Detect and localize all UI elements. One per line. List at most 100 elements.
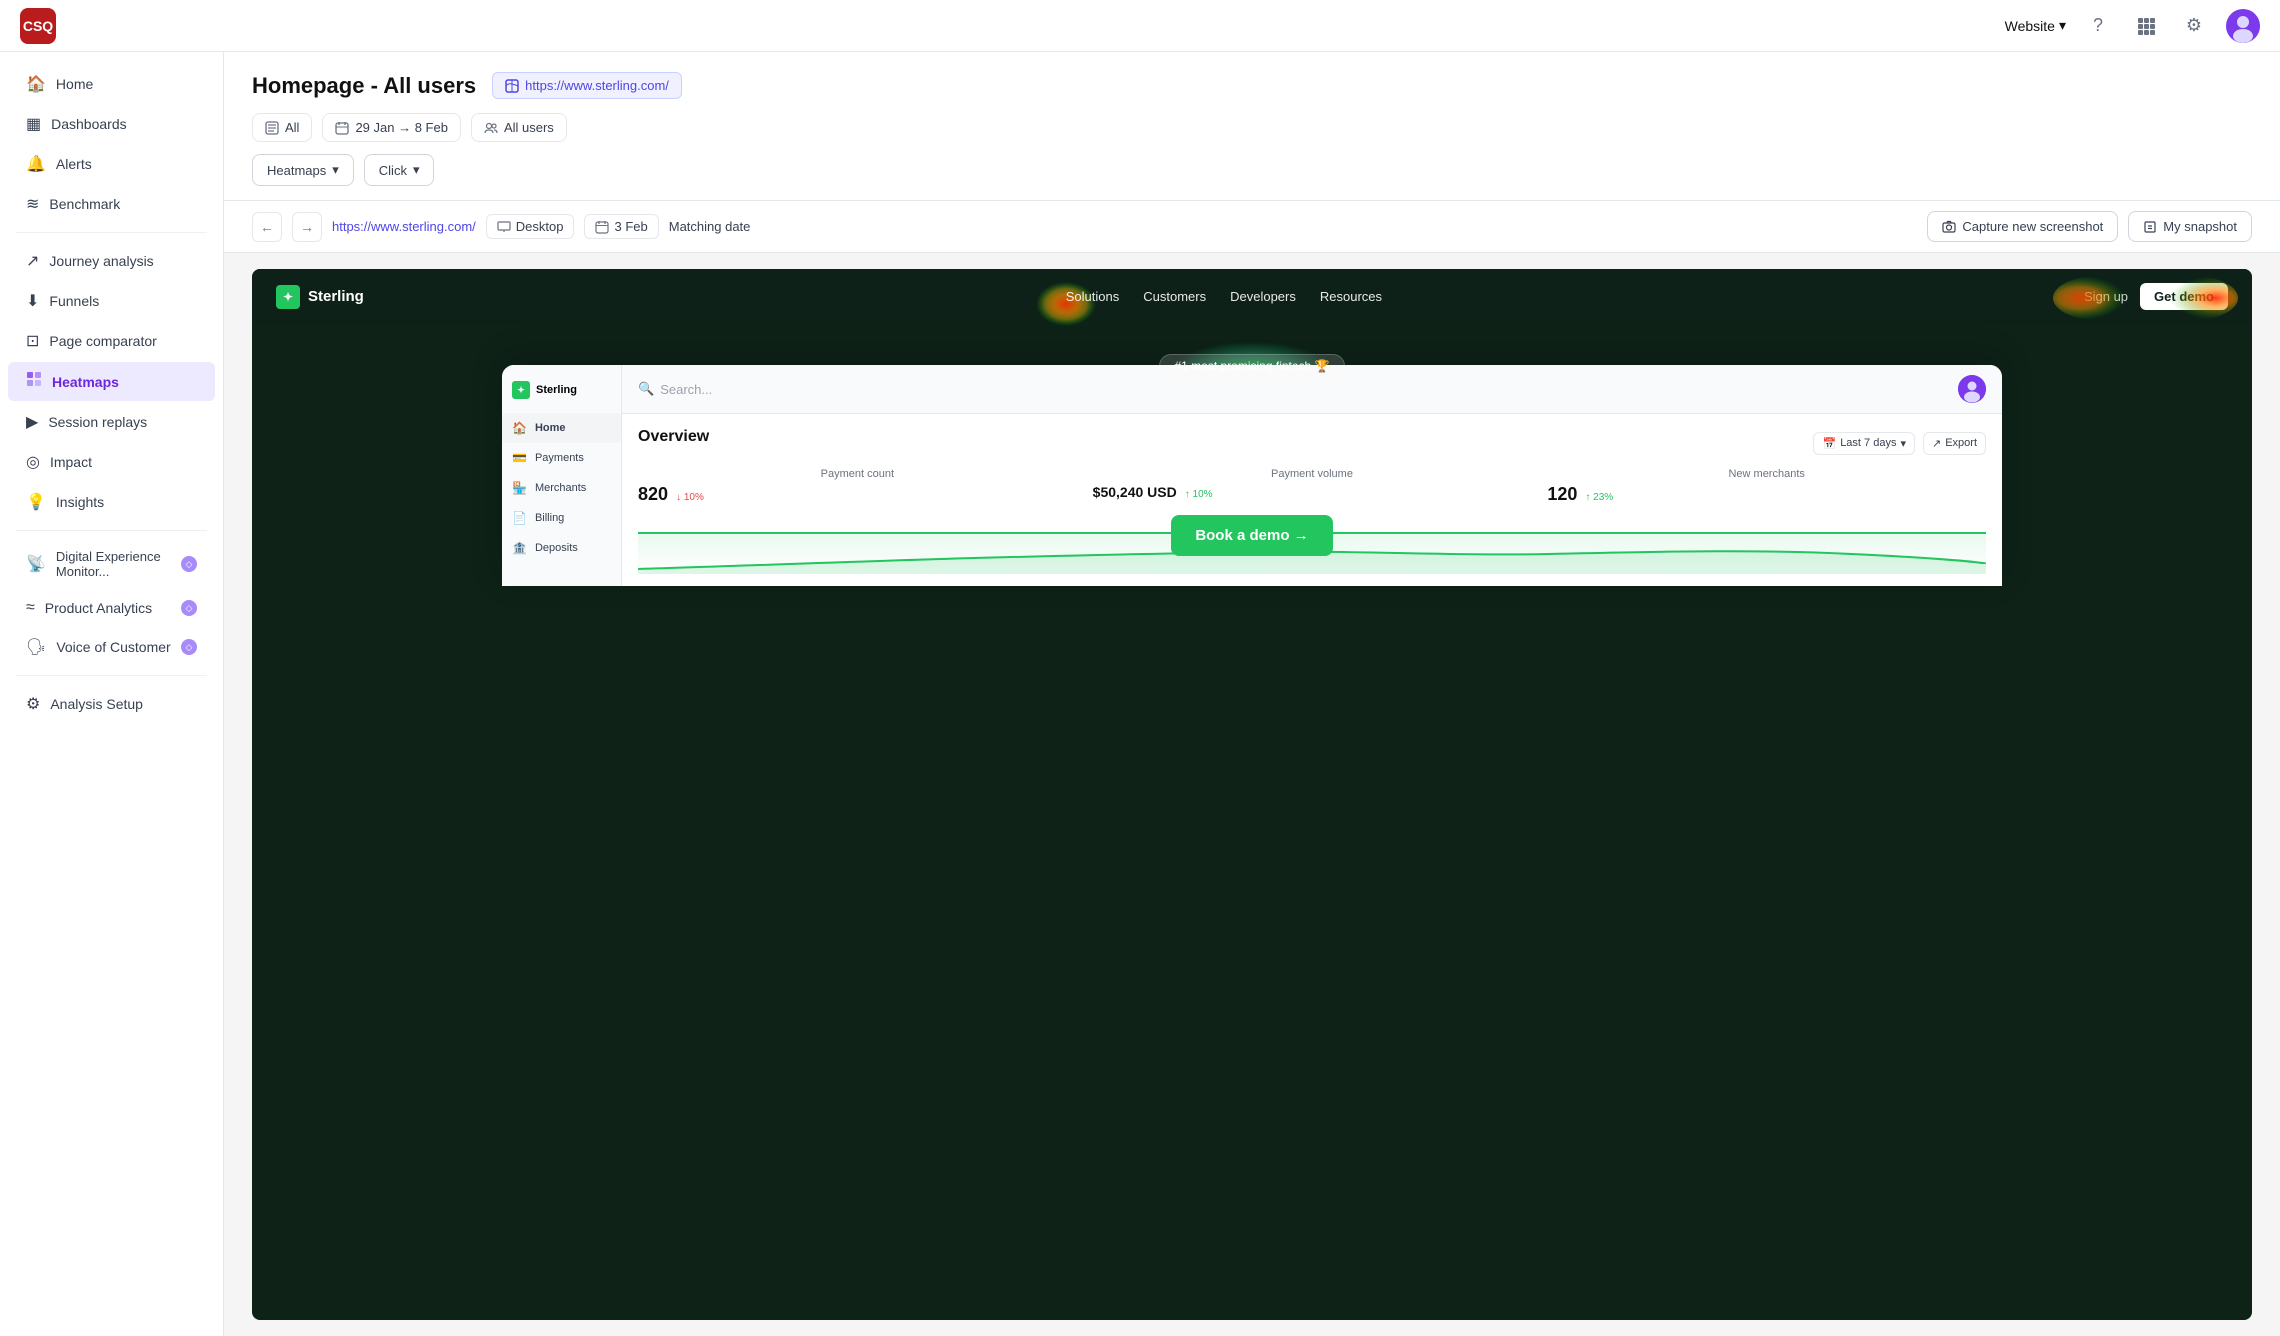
topbar: CSQ Website ▾ ? ⚙ [0,0,2280,52]
sidebar-item-analysis-setup[interactable]: ⚙ Analysis Setup [8,685,215,723]
replays-icon: ▶ [26,412,38,432]
sidebar-item-funnels[interactable]: ⬇ Funnels [8,282,215,320]
calendar-icon-2 [595,220,609,234]
capture-screenshot-button[interactable]: Capture new screenshot [1927,211,2118,242]
page-url-badge[interactable]: https://www.sterling.com/ [492,72,682,99]
topbar-right: Website ▾ ? ⚙ [2005,9,2260,43]
calendar-icon [335,121,349,135]
setup-icon: ⚙ [26,694,40,714]
website-selector[interactable]: Website ▾ [2005,17,2066,34]
sidebar-item-alerts[interactable]: 🔔 Alerts [8,145,215,183]
filters-row: All 29 Jan → 8 Feb All users [252,113,2252,142]
date-range-filter[interactable]: 29 Jan → 8 Feb [322,113,461,142]
heatmap-url[interactable]: https://www.sterling.com/ [332,219,476,234]
sterling-nav: ✦ Sterling [252,269,2252,324]
date-display[interactable]: 3 Feb [584,214,658,239]
heatmap-frame: ✦ Sterling [252,269,2252,1320]
metrics-row: Payment count 820 ↓ 10% Payment volume [638,468,1986,505]
users-icon [484,121,498,135]
home-icon: 🏠 [26,74,46,94]
apps-icon[interactable] [2130,10,2162,42]
page-title: Homepage - All users [252,73,476,99]
help-icon[interactable]: ? [2082,10,2114,42]
benchmark-icon: ≋ [26,194,39,214]
nav-back-button[interactable]: ← [252,212,282,242]
sidebar-divider-3 [16,675,207,676]
sidebar-item-heatmaps[interactable]: Heatmaps [8,362,215,401]
sterling-logo: ✦ Sterling [276,285,364,309]
heatmaps-icon [26,371,42,392]
sidebar-item-home[interactable]: 🏠 Home [8,65,215,103]
sterling-nav-solutions: Solutions [1066,289,1119,304]
sidebar-item-benchmark[interactable]: ≋ Benchmark [8,185,215,223]
insights-icon: 💡 [26,492,46,512]
chevron-icon: ▾ [1900,437,1906,450]
avatar[interactable] [2226,9,2260,43]
dash-search: 🔍 Search... [638,381,712,397]
sidebar-item-product-analytics[interactable]: ≈ Product Analytics ◇ [8,590,215,626]
dash-logo-label: Sterling [536,384,577,396]
sidebar-item-insights[interactable]: 💡 Insights [8,483,215,521]
heatmap-type-select[interactable]: Heatmaps ▾ [252,154,354,186]
interaction-type-select[interactable]: Click ▾ [364,154,435,186]
journey-icon: ↗ [26,251,39,271]
heatmap-area: ✦ Sterling [224,253,2280,1336]
sidebar-item-page-comparator[interactable]: ⊡ Page comparator [8,322,215,360]
metric-payment-count: Payment count 820 ↓ 10% [638,468,1077,505]
fintech-badge: #1 most promising fintech 🏆 [1159,354,1344,378]
date-filter: 📅 Last 7 days ▾ [1813,432,1915,455]
dash-billing: 📄 Billing [502,503,621,533]
logo-area: CSQ [20,8,56,44]
matching-date-label: Matching date [669,219,751,234]
dashboards-icon: ▦ [26,114,41,134]
dash-merchants-icon: 🏪 [512,481,527,495]
snapshot-icon [2143,220,2157,234]
metric-payment-volume: Payment volume $50,240 USD ↑ 10% [1093,468,1532,505]
chevron-down-icon: ▾ [2059,17,2066,34]
sterling-hero: #1 most promising fintech 🏆 Cost efficie… [252,324,2252,586]
sterling-nav-customers: Customers [1143,289,1206,304]
sidebar-item-session-replays[interactable]: ▶ Session replays [8,403,215,441]
dash-payments: 💳 Payments [502,443,621,473]
voc-icon: 🗣 [26,637,46,657]
sidebar-item-journey-analysis[interactable]: ↗ Journey analysis [8,242,215,280]
settings-icon[interactable]: ⚙ [2178,10,2210,42]
dropdown-arrow-icon-2: ▾ [413,162,420,178]
globe-icon [505,79,519,93]
sterling-signup: Sign up [2084,289,2128,304]
alerts-icon: 🔔 [26,154,46,174]
sidebar-item-impact[interactable]: ◎ Impact [8,443,215,481]
export-icon: ↗ [1932,437,1941,450]
sidebar-item-dem[interactable]: 📡 Digital Experience Monitor... ◇ [8,540,215,588]
users-filter[interactable]: All users [471,113,567,142]
dash-home-icon: 🏠 [512,421,527,435]
product-analytics-badge: ◇ [181,600,197,616]
logo-icon[interactable]: CSQ [20,8,56,44]
dash-home: 🏠 Home [502,413,621,443]
my-snapshot-button[interactable]: My snapshot [2128,211,2252,242]
sterling-nav-resources: Resources [1320,289,1382,304]
dash-payments-icon: 💳 [512,451,527,465]
sterling-nav-developers: Developers [1230,289,1296,304]
desktop-icon [497,220,511,234]
sterling-nav-right: Sign up Get demo [2084,283,2228,310]
sidebar-divider-1 [16,232,207,233]
export-button[interactable]: ↗ Export [1923,432,1986,455]
funnels-icon: ⬇ [26,291,39,311]
overview-title: Overview [638,428,709,446]
sidebar-item-dashboards[interactable]: ▦ Dashboards [8,105,215,143]
dem-icon: 📡 [26,554,46,574]
dash-billing-icon: 📄 [512,511,527,525]
product-analytics-icon: ≈ [26,599,35,617]
dash-avatar [1958,375,1986,403]
nav-forward-button[interactable]: → [292,212,322,242]
search-icon: 🔍 [638,381,654,397]
device-selector[interactable]: Desktop [486,214,575,239]
filter-all[interactable]: All [252,113,312,142]
sidebar-item-voice-of-customer[interactable]: 🗣 Voice of Customer ◇ [8,628,215,666]
book-demo-button[interactable]: Book a demo → [1171,515,1332,556]
sterling-logo-icon: ✦ [276,285,300,309]
calendar-icon-3: 📅 [1822,437,1836,450]
dropdown-arrow-icon: ▾ [332,162,339,178]
sidebar: 🏠 Home ▦ Dashboards 🔔 Alerts ≋ Benchmark… [0,52,224,1336]
